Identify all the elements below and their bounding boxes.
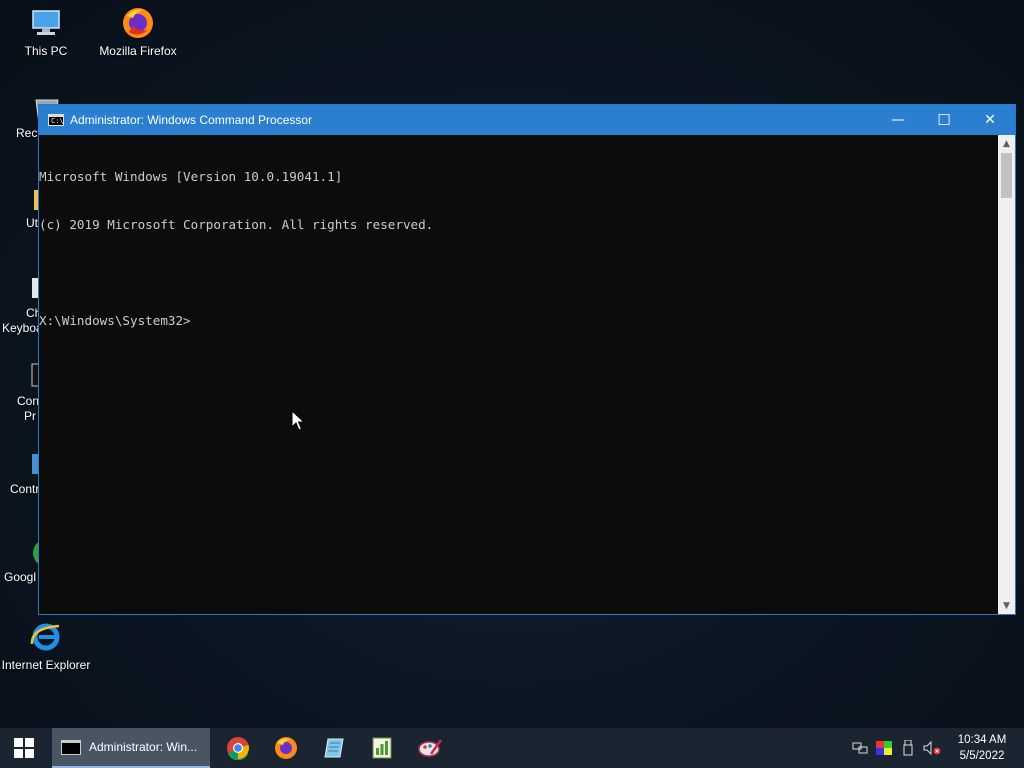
- window-title: Administrator: Windows Command Processor: [70, 113, 313, 127]
- desktop-icon-utilities[interactable]: Ut: [0, 182, 60, 231]
- scroll-down-icon[interactable]: ▼: [998, 597, 1015, 614]
- clock-time: 10:34 AM: [957, 734, 1007, 746]
- taskbar-clock[interactable]: 10:34 AM 5/5/2022: [948, 732, 1016, 764]
- close-button[interactable]: ✕: [967, 105, 1013, 135]
- volume-muted-icon[interactable]: [920, 728, 944, 768]
- console-prompt: X:\Windows\System32>: [39, 313, 191, 328]
- taskbar-paint[interactable]: [406, 728, 454, 768]
- vertical-scrollbar[interactable]: ▲ ▼: [998, 135, 1015, 614]
- chrome-icon: [227, 737, 249, 760]
- desktop-icon-label: This PC: [24, 44, 68, 58]
- scroll-up-icon[interactable]: ▲: [998, 135, 1015, 152]
- taskbar-chrome[interactable]: [214, 728, 262, 768]
- desktop-icon-internet-explorer[interactable]: Internet Explorer: [0, 620, 92, 673]
- desktop-icon-this-pc[interactable]: This PC: [0, 6, 92, 59]
- window-titlebar[interactable]: C:\ Administrator: Windows Command Proce…: [39, 105, 1015, 135]
- windows-logo-icon: [14, 738, 34, 758]
- cmd-taskbar-icon: [61, 739, 81, 755]
- desktop-icon-label: Googl: [4, 570, 37, 584]
- minimize-button[interactable]: —: [875, 105, 921, 135]
- network-icon[interactable]: [848, 728, 872, 768]
- internet-explorer-icon: [30, 623, 60, 651]
- cmd-app-icon: C:\: [48, 114, 64, 126]
- notepad-icon: [324, 738, 344, 758]
- start-button[interactable]: [0, 728, 48, 768]
- scroll-thumb[interactable]: [1001, 153, 1012, 198]
- system-tray: 10:34 AM 5/5/2022: [848, 728, 1024, 768]
- taskbar-chart-app[interactable]: [358, 728, 406, 768]
- paint-icon: [418, 739, 443, 757]
- usb-icon[interactable]: [896, 728, 920, 768]
- desktop-icon-chrome[interactable]: Googl: [0, 536, 61, 585]
- desktop-icon-label: Con: [17, 394, 40, 408]
- desktop-icon-firefox[interactable]: Mozilla Firefox: [92, 6, 184, 59]
- chart-app-icon: [372, 737, 392, 759]
- firefox-icon: [275, 737, 297, 759]
- desktop-icon-label-line2: Keyboa: [2, 321, 43, 335]
- desktop-icon-keyboard[interactable]: Ch Keyboa: [0, 272, 60, 336]
- taskbar-firefox[interactable]: [262, 728, 310, 768]
- taskbar-notepad[interactable]: [310, 728, 358, 768]
- desktop-icon-control-panel[interactable]: Contr: [0, 448, 60, 497]
- taskbar-item-label: Administrator: Win...: [89, 740, 198, 754]
- console-output[interactable]: Microsoft Windows [Version 10.0.19041.1]…: [39, 135, 999, 614]
- taskbar-item-command-processor[interactable]: Administrator: Win...: [52, 728, 210, 768]
- console-line: Microsoft Windows [Version 10.0.19041.1]: [39, 169, 343, 184]
- desktop-icon-label: Mozilla Firefox: [99, 44, 177, 58]
- console-line: (c) 2019 Microsoft Corporation. All righ…: [39, 217, 434, 232]
- maximize-button[interactable]: ☐: [921, 105, 967, 135]
- clock-date: 5/5/2022: [959, 750, 1005, 762]
- firefox-icon: [123, 8, 153, 38]
- display-color-icon[interactable]: [872, 728, 896, 768]
- command-processor-window[interactable]: C:\ Administrator: Windows Command Proce…: [38, 104, 1016, 615]
- desktop-icon-command-prompt[interactable]: Con Pr: [0, 360, 61, 424]
- desktop-icon-label: Contr: [10, 482, 40, 496]
- taskbar: Administrator: Win... 10:34 AM 5/5/2022: [0, 728, 1024, 768]
- computer-icon: [32, 10, 60, 35]
- desktop-icon-label: Internet Explorer: [1, 658, 91, 672]
- mouse-pointer-icon: [291, 410, 305, 431]
